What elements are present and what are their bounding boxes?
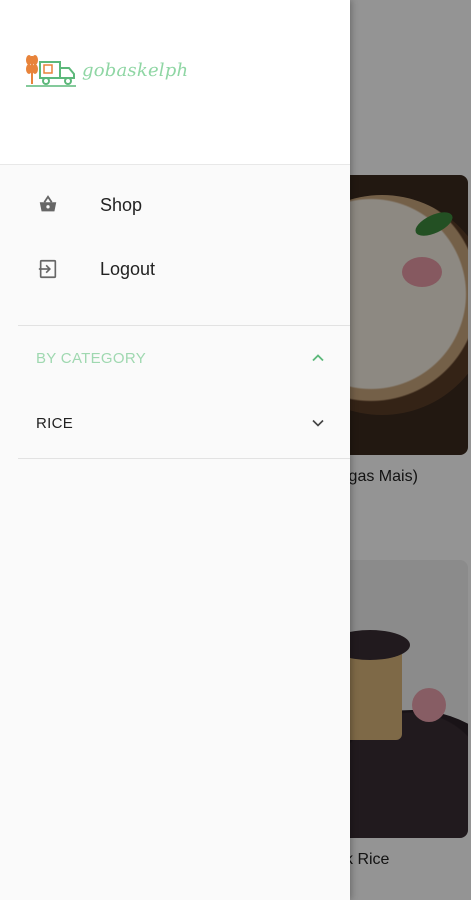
- drawer-header: gobaskelph: [0, 0, 350, 165]
- navigation-drawer: gobaskelph Shop Logout BY CATEGORY RICE: [0, 0, 350, 900]
- divider: [18, 458, 350, 459]
- menu-item-label: Shop: [100, 194, 143, 215]
- chevron-up-icon: [312, 354, 324, 362]
- menu-item-shop[interactable]: Shop: [0, 181, 350, 229]
- divider: [18, 325, 350, 326]
- chevron-down-icon: [312, 419, 324, 427]
- app-logo: gobaskelph: [24, 50, 188, 90]
- logout-icon: [37, 258, 59, 280]
- menu-item-logout[interactable]: Logout: [0, 245, 350, 293]
- menu-item-label: Logout: [100, 258, 156, 279]
- logo-truck-icon: [26, 55, 76, 87]
- logo-text: gobaskelph: [82, 59, 189, 81]
- category-section-title: BY CATEGORY: [36, 349, 146, 367]
- category-item-rice[interactable]: RICE: [0, 400, 350, 446]
- category-section-toggle[interactable]: BY CATEGORY: [0, 335, 350, 381]
- basket-icon: [37, 194, 59, 216]
- category-item-label: RICE: [36, 414, 74, 432]
